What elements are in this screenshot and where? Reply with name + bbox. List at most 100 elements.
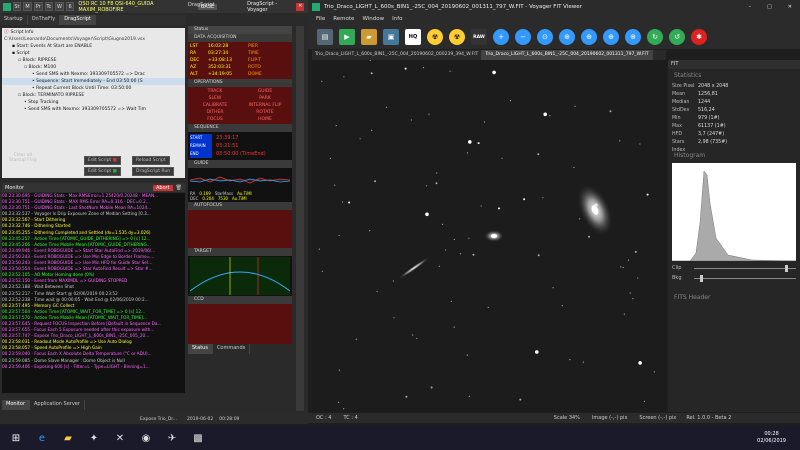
toolbar-6-button[interactable]: 6 xyxy=(65,2,75,11)
voyager-task-icon[interactable]: ✈ xyxy=(162,428,182,448)
script-line[interactable]: ▫ Block: M100 xyxy=(2,64,185,71)
statistics-header: Statistics xyxy=(674,72,702,79)
tab-dragscript[interactable]: DragScript xyxy=(60,15,96,25)
zoom-out-icon[interactable]: − xyxy=(515,29,531,45)
script-line[interactable]: • Send SMS with Nexmo: 393309705572 => W… xyxy=(2,106,185,113)
minimize-icon[interactable]: – xyxy=(749,4,752,10)
clip-slider[interactable]: Clip xyxy=(668,263,800,273)
star xyxy=(472,253,475,256)
stat-key: StdDev xyxy=(672,108,690,113)
menu-remote[interactable]: Remote xyxy=(333,16,354,22)
warn-icon[interactable]: ☢ xyxy=(449,29,465,45)
raw-icon[interactable]: RAW xyxy=(471,29,487,45)
script-line[interactable]: • Sequence: Start Immediately - End 03:5… xyxy=(2,78,185,85)
acq-cell: 352:03:31 xyxy=(208,65,232,70)
edit-script-button[interactable]: Edit Script ■ xyxy=(84,156,121,165)
toolbar-st-button[interactable]: St xyxy=(12,2,22,11)
zoom-1-icon[interactable]: ⊕ xyxy=(559,29,575,45)
menu-info[interactable]: Info xyxy=(392,16,402,22)
script-line[interactable]: ▫ Block: RIPRESE xyxy=(2,57,185,64)
tab-application-server[interactable]: Application Server xyxy=(30,400,85,410)
image-tab-1[interactable]: Trio_Draco_LIGHT_L_600s_BIN1_-25C_004_20… xyxy=(312,50,483,60)
edit-script-italian-button[interactable]: Edit Script ■ xyxy=(84,167,121,176)
refresh-icon[interactable]: ↺ xyxy=(669,29,685,45)
script-line[interactable]: ▪ Script xyxy=(2,50,185,57)
fit-titlebar: Trio_Draco_LIGHT_L_600s_BIN1_-25C_004_20… xyxy=(308,0,800,13)
star xyxy=(343,76,345,78)
star xyxy=(435,182,438,185)
tab-commands[interactable]: Commands xyxy=(213,344,251,354)
voyager-tabs: Startup OnTheFly DragScript xyxy=(0,15,186,25)
toolbar-w-button[interactable]: W xyxy=(55,2,64,11)
dragscript-run-button[interactable]: DragScript Run xyxy=(132,167,175,176)
script-line[interactable]: ▫ Block: TERMINATO RIPRESE xyxy=(2,92,185,99)
image-tab-2[interactable]: Trio_Draco_LIGHT_L_600s_BIN1_-25C_004_20… xyxy=(482,50,653,60)
trash-icon[interactable]: 🗑 xyxy=(176,185,182,191)
bkg-slider[interactable]: Bkg xyxy=(668,273,800,283)
clear-startup-button[interactable]: Clear all Startup Flag xyxy=(6,152,40,164)
script-line[interactable]: ▪ Start: Events At Start are ENABLE xyxy=(2,43,185,50)
folder-icon[interactable]: ▰ xyxy=(361,29,377,45)
hq-icon[interactable]: HQ xyxy=(405,29,421,45)
script-line[interactable]: • Repeat Current Block Until Time: 03:50… xyxy=(2,85,185,92)
zoom-in-icon[interactable]: + xyxy=(493,29,509,45)
rotate-icon[interactable]: ↻ xyxy=(647,29,663,45)
star xyxy=(393,317,395,319)
cool-icon[interactable]: ☢ xyxy=(427,29,443,45)
acq-row: LST 16:02:28 PIER xyxy=(190,43,290,50)
save-icon[interactable]: ▣ xyxy=(383,29,399,45)
voyager-window: St M Pr Tc W 6 QSO RC 10 F8 QSI-640_GUID… xyxy=(0,0,308,420)
toolbar-tc-button[interactable]: Tc xyxy=(44,2,54,11)
stop-icon[interactable]: ✱ xyxy=(691,29,707,45)
close-icon[interactable]: ✕ xyxy=(296,2,305,11)
maximize-icon[interactable]: □ xyxy=(767,4,772,10)
abort-button[interactable]: Abort xyxy=(152,184,173,191)
zoom-fit-icon[interactable]: ⊙ xyxy=(537,29,553,45)
star xyxy=(338,234,340,237)
star xyxy=(483,121,486,123)
target-panel xyxy=(188,256,292,296)
explorer-icon[interactable]: ▰ xyxy=(58,428,78,448)
fit-viewer-task-icon[interactable]: ▩ xyxy=(188,428,208,448)
stat-value: 1256,81 xyxy=(698,92,718,97)
script-line[interactable]: • Stop Tracking xyxy=(2,99,185,106)
menu-window[interactable]: Window xyxy=(362,16,384,22)
star xyxy=(573,166,575,169)
toolbar-pr-button[interactable]: Pr xyxy=(33,2,43,11)
zoom-3-icon[interactable]: ⊕ xyxy=(603,29,619,45)
star xyxy=(487,306,489,308)
camera-app-icon[interactable]: ◉ xyxy=(136,428,156,448)
star xyxy=(619,140,621,142)
tc-status: TC : 4 xyxy=(343,415,358,421)
reload-script-button[interactable]: Reload Script xyxy=(132,156,170,165)
telescope-app-icon[interactable]: ✦ xyxy=(84,428,104,448)
acq-cell: PIER xyxy=(248,44,259,49)
play-icon[interactable]: ▶ xyxy=(339,29,355,45)
ie-icon[interactable]: e xyxy=(32,428,52,448)
toolbar-m-button[interactable]: M xyxy=(23,2,32,11)
zoom-2-icon[interactable]: ⊕ xyxy=(581,29,597,45)
menu-file[interactable]: File xyxy=(316,16,325,22)
tab-startup[interactable]: Startup xyxy=(0,15,28,25)
script-line[interactable]: • Send SMS with Nexmo: 393309705572 => D… xyxy=(2,71,185,78)
close-icon[interactable]: ✕ xyxy=(788,4,792,10)
guide-dec-label: DEC xyxy=(190,196,199,201)
tab-status[interactable]: Status xyxy=(188,344,213,354)
tab-onthefly[interactable]: OnTheFly xyxy=(28,15,61,25)
star xyxy=(449,70,451,72)
voyager-titlebar: St M Pr Tc W 6 QSO RC 10 F8 QSI-640_GUID… xyxy=(0,0,308,13)
fit-title: Trio_Draco_LIGHT_L_600s_BIN1_-25C_004_20… xyxy=(324,3,582,10)
tab-monitor[interactable]: Monitor xyxy=(2,400,31,410)
fits-header-label[interactable]: FITS Header xyxy=(668,291,800,305)
voyager-title: QSO RC 10 F8 QSI-640_GUIDA MAXIM_ROBOFIR… xyxy=(78,0,154,13)
star xyxy=(468,140,472,144)
view-icon[interactable]: ▤ xyxy=(317,29,333,45)
windows-start-icon[interactable]: ⊞ xyxy=(6,428,26,448)
stat-value: 3,7 (247#) xyxy=(698,132,725,137)
clock[interactable]: 00:28 02/06/2019 xyxy=(757,431,786,445)
sequence-key: REMAIN xyxy=(190,142,212,150)
x-app-icon[interactable]: ✕ xyxy=(110,428,130,448)
fit-image[interactable] xyxy=(312,60,666,412)
status-scrollbar[interactable] xyxy=(296,26,304,411)
zoom-4-icon[interactable]: ⊕ xyxy=(625,29,641,45)
